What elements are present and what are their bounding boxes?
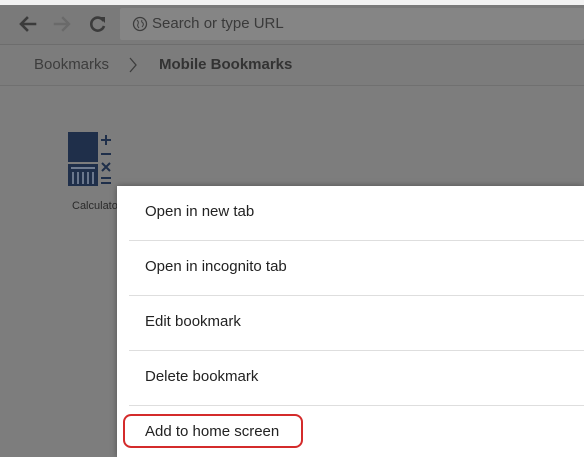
context-menu: Open in new tab Open in incognito tab Ed…: [117, 186, 584, 457]
breadcrumb-current: Mobile Bookmarks: [159, 56, 293, 73]
reload-icon[interactable]: [86, 12, 110, 36]
bookmark-label: Calculato: [72, 200, 118, 212]
menu-item-label: Open in new tab: [145, 203, 255, 220]
forward-arrow-icon[interactable]: [50, 12, 74, 36]
menu-item-label: Delete bookmark: [145, 368, 259, 385]
menu-item-edit-bookmark[interactable]: Edit bookmark: [117, 296, 584, 351]
breadcrumb: Bookmarks Mobile Bookmarks: [0, 45, 584, 86]
menu-item-delete-bookmark[interactable]: Delete bookmark: [117, 351, 584, 406]
chevron-right-icon: [128, 56, 138, 74]
menu-item-add-to-home-screen[interactable]: Add to home screen: [117, 406, 584, 457]
menu-item-open-new-tab[interactable]: Open in new tab: [117, 186, 584, 241]
globe-icon: [132, 16, 148, 32]
omnibox-placeholder: Search or type URL: [152, 15, 284, 32]
omnibox[interactable]: Search or type URL: [120, 8, 584, 40]
calculator-icon: [68, 132, 118, 188]
menu-item-open-incognito-tab[interactable]: Open in incognito tab: [117, 241, 584, 296]
menu-item-label: Edit bookmark: [145, 313, 241, 330]
menu-item-label: Add to home screen: [145, 423, 280, 440]
browser-toolbar: Search or type URL: [0, 5, 584, 45]
menu-item-label: Open in incognito tab: [145, 258, 287, 275]
back-arrow-icon[interactable]: [16, 12, 40, 36]
breadcrumb-root[interactable]: Bookmarks: [34, 56, 109, 73]
